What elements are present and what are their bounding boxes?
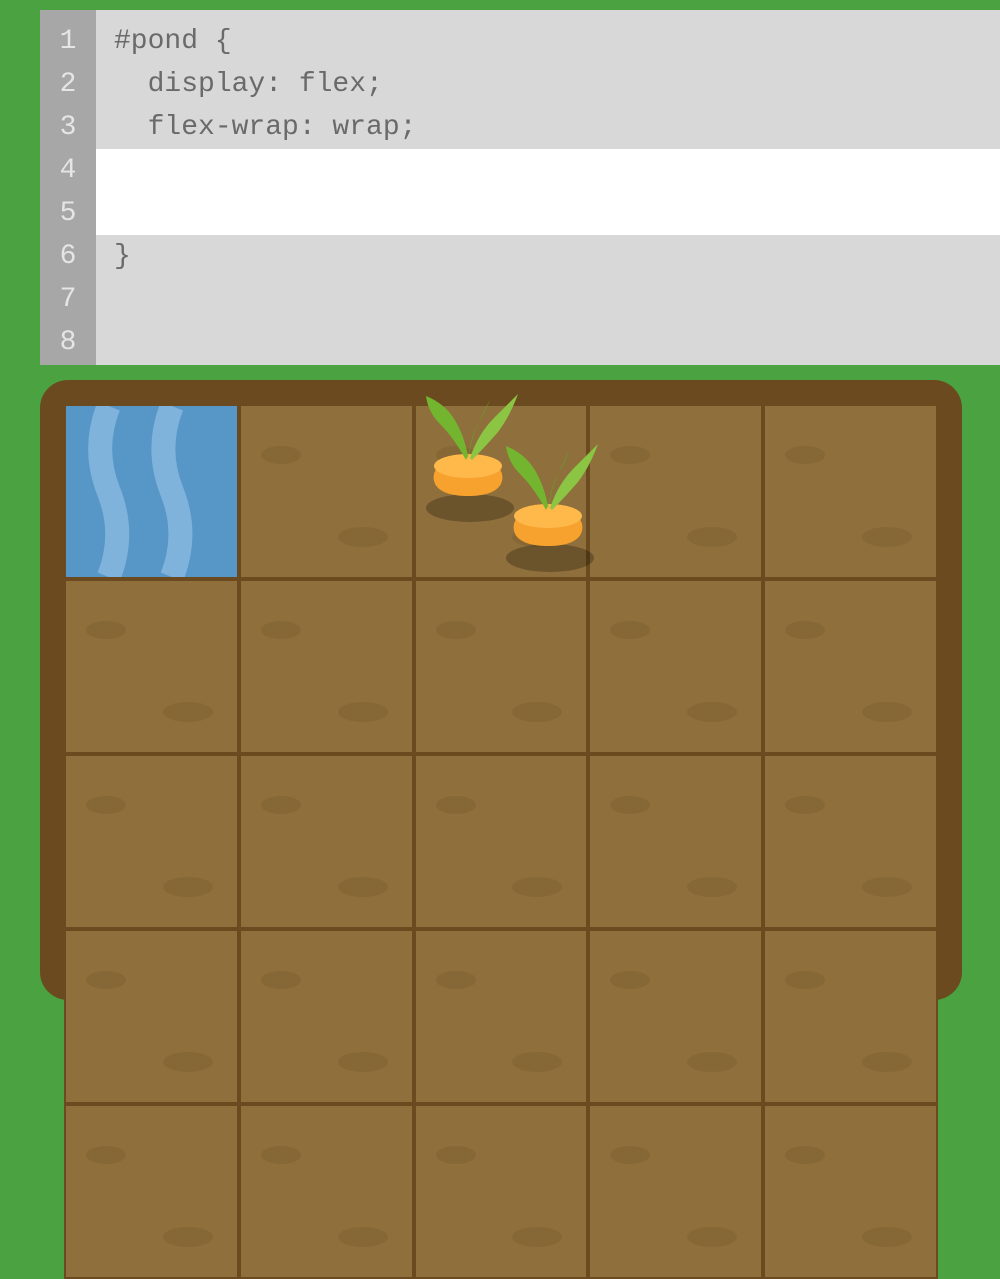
dirt-tile [414, 579, 589, 754]
code-line-close: } [114, 235, 131, 278]
code-line-2: display: flex; [114, 63, 1000, 106]
css-input-area[interactable] [96, 149, 1000, 235]
line-number: 4 [60, 149, 77, 192]
line-number: 1 [60, 20, 77, 63]
dirt-tile [588, 754, 763, 929]
dirt-tile [239, 1104, 414, 1279]
line-number-gutter: 1 2 3 4 5 6 7 8 [40, 10, 96, 365]
line-number: 8 [60, 321, 77, 364]
line-number: 5 [60, 192, 77, 235]
water-tile [64, 404, 239, 579]
dirt-tile [588, 404, 763, 579]
dirt-tile [414, 1104, 589, 1279]
dirt-tile [64, 579, 239, 754]
code-area: #pond { display: flex; flex-wrap: wrap; … [96, 10, 1000, 365]
dirt-tile [414, 754, 589, 929]
line-number: 2 [60, 63, 77, 106]
dirt-tile [64, 929, 239, 1104]
dirt-tile [763, 754, 938, 929]
dirt-tile [588, 1104, 763, 1279]
code-line-3: flex-wrap: wrap; [114, 106, 1000, 149]
garden-grid [64, 404, 938, 1000]
dirt-tile [588, 579, 763, 754]
line-number: 3 [60, 106, 77, 149]
css-input[interactable] [96, 149, 1000, 235]
dirt-tile [763, 1104, 938, 1279]
dirt-tile [763, 579, 938, 754]
line-number: 7 [60, 278, 77, 321]
dirt-tile [239, 929, 414, 1104]
code-line-1: #pond { [114, 20, 1000, 63]
dirt-tile [239, 579, 414, 754]
dirt-tile [414, 404, 589, 579]
dirt-tile [763, 929, 938, 1104]
dirt-tile [64, 1104, 239, 1279]
game-board [40, 380, 962, 1000]
dirt-tile [414, 929, 589, 1104]
code-editor: 1 2 3 4 5 6 7 8 #pond { display: flex; f… [40, 10, 1000, 365]
line-number: 6 [60, 235, 77, 278]
dirt-tile [239, 404, 414, 579]
dirt-tile [239, 754, 414, 929]
dirt-tile [64, 754, 239, 929]
dirt-tile [588, 929, 763, 1104]
dirt-tile [763, 404, 938, 579]
